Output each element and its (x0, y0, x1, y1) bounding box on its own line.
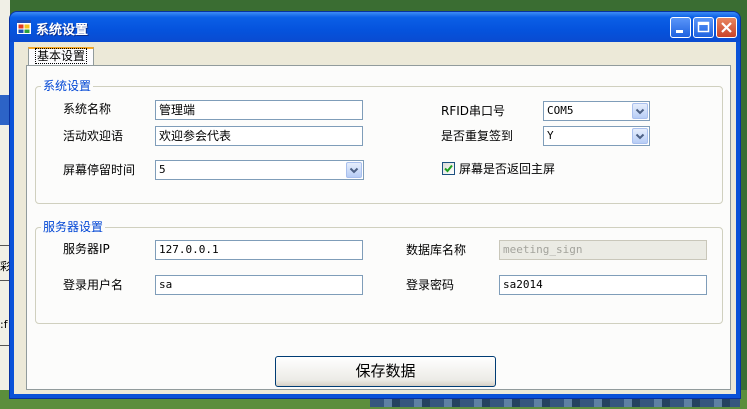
close-icon (721, 22, 732, 33)
server-settings-group: 服务器设置 服务器IP 127.0.0.1 数据库名称 meeting_sign… (35, 220, 723, 324)
dropdown-button[interactable] (632, 103, 648, 119)
return-home-checkbox[interactable] (442, 162, 455, 175)
app-form-icon (17, 20, 31, 34)
chevron-down-icon (349, 167, 359, 174)
background-text: 彩 (0, 260, 10, 273)
tab-page-basic-settings: 系统设置 系统名称 管理端 活动欢迎语 欢迎参会代表 屏幕停留时间 5 RFID… (26, 65, 731, 390)
rfid-port-value: COM5 (547, 104, 574, 117)
title-bar[interactable]: 系统设置 (10, 12, 740, 42)
system-name-label: 系统名称 (63, 102, 112, 116)
server-ip-label: 服务器IP (63, 242, 110, 256)
close-button[interactable] (716, 17, 737, 38)
system-name-input[interactable]: 管理端 (155, 100, 363, 120)
background-divider (0, 280, 10, 281)
password-label: 登录密码 (406, 278, 455, 292)
minimize-button[interactable] (670, 17, 691, 38)
background-window-edge (0, 95, 10, 125)
repeat-signin-select[interactable]: Y (543, 126, 650, 146)
window-client-area: 基本设置 系统设置 系统名称 管理端 活动欢迎语 欢迎参会代表 屏幕停留时间 5… (14, 42, 736, 394)
dropdown-button[interactable] (632, 128, 648, 144)
screen-time-label: 屏幕停留时间 (63, 163, 136, 177)
background-text: :f (0, 318, 8, 331)
background-window: 彩 :f (0, 0, 10, 409)
username-input[interactable]: sa (155, 275, 363, 295)
dropdown-button[interactable] (346, 162, 362, 178)
rfid-port-select[interactable]: COM5 (543, 101, 650, 121)
tab-label: 基本设置 (35, 48, 88, 64)
chevron-down-icon (635, 133, 645, 140)
tab-basic-settings[interactable]: 基本设置 (28, 47, 95, 66)
background-divider (0, 245, 10, 246)
system-settings-group: 系统设置 系统名称 管理端 活动欢迎语 欢迎参会代表 屏幕停留时间 5 RFID… (35, 79, 723, 204)
save-data-button[interactable]: 保存数据 (275, 356, 496, 387)
screen-time-value: 5 (159, 163, 166, 176)
group-title: 系统设置 (41, 79, 94, 93)
maximize-icon (697, 21, 710, 33)
background-divider (0, 345, 10, 346)
window-title: 系统设置 (36, 23, 89, 38)
group-title: 服务器设置 (41, 220, 106, 234)
repeat-signin-value: Y (547, 129, 554, 142)
settings-window: 系统设置 基本设置 系统设置 系统名称 管理端 活动欢迎语 欢迎参会代表 屏幕停… (10, 12, 740, 398)
database-name-input: meeting_sign (499, 240, 707, 260)
username-label: 登录用户名 (63, 278, 124, 292)
maximize-button[interactable] (693, 17, 714, 38)
welcome-label: 活动欢迎语 (63, 129, 124, 143)
welcome-input[interactable]: 欢迎参会代表 (155, 126, 363, 146)
rfid-port-label: RFID串口号 (441, 104, 506, 118)
chevron-down-icon (635, 108, 645, 115)
screen-time-select[interactable]: 5 (155, 160, 364, 180)
password-input[interactable]: sa2014 (499, 275, 707, 295)
minimize-icon (676, 30, 683, 33)
server-ip-input[interactable]: 127.0.0.1 (155, 240, 363, 260)
database-name-label: 数据库名称 (406, 243, 467, 257)
checkmark-icon (444, 164, 453, 173)
return-home-label[interactable]: 屏幕是否返回主屏 (459, 162, 555, 176)
repeat-signin-label: 是否重复签到 (441, 129, 514, 143)
